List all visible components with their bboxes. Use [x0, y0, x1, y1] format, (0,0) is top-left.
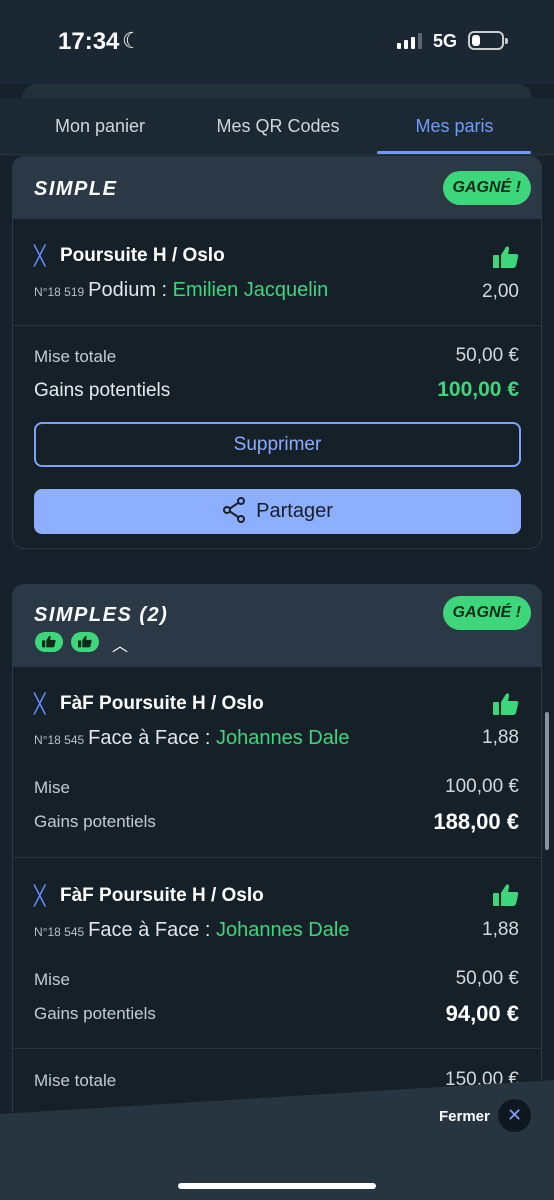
tab-mes-qr-codes[interactable]: Mes QR Codes — [178, 116, 378, 137]
scrollbar[interactable] — [545, 712, 549, 850]
bet-number: N°18 519 — [34, 285, 85, 299]
close-label[interactable]: Fermer — [439, 1108, 490, 1125]
selection-line: N°18 519 Podium : Emilien Jacquelin — [34, 279, 328, 302]
battery-icon — [468, 31, 508, 50]
close-icon: ✕ — [506, 1105, 523, 1125]
chevron-up-icon[interactable]: ︿ — [112, 632, 128, 656]
won-selection-icon — [35, 632, 63, 652]
sport-icon: ╳ — [34, 246, 46, 267]
stake-label: Mise — [34, 778, 70, 797]
stake-label: Mise totale — [34, 347, 117, 366]
stake-value: 50,00 € — [455, 968, 519, 989]
network-label: 5G — [433, 31, 458, 51]
bet-type-title: SIMPLE — [34, 178, 118, 200]
stake-value: 100,00 € — [445, 776, 519, 797]
divider — [13, 1048, 541, 1049]
tab-divider — [0, 154, 554, 155]
thumb-up-icon — [493, 246, 519, 268]
stake-value: 50,00 € — [455, 345, 519, 366]
home-indicator — [178, 1183, 376, 1189]
bet-type-title: SIMPLES (2) — [34, 604, 168, 627]
status-badge: GAGNÉ ! — [442, 596, 531, 630]
selection-pick: Emilien Jacquelin — [172, 279, 329, 301]
selection-pick: Johannes Dale — [216, 919, 350, 941]
odds-value: 1,88 — [482, 919, 519, 940]
bet-card-simple: SIMPLE GAGNÉ ! ╳ Poursuite H / Oslo N°18… — [12, 156, 542, 549]
sport-icon: ╳ — [34, 694, 46, 715]
bet-number: N°18 545 — [34, 925, 85, 939]
gain-value: 94,00 € — [445, 1001, 519, 1026]
event-name: FàF Poursuite H / Oslo — [60, 885, 264, 906]
bet-count: (2) — [139, 604, 169, 626]
odds-value: 1,88 — [482, 727, 519, 748]
gain-value: 188,00 € — [433, 809, 519, 834]
selection-pick: Johannes Dale — [216, 727, 350, 749]
divider — [13, 857, 541, 858]
moon-icon: ☾ — [122, 28, 142, 53]
signal-icon — [397, 33, 422, 49]
thumb-up-icon — [493, 884, 519, 906]
bet-type-label: SIMPLES — [34, 604, 133, 626]
won-selection-icon — [71, 632, 99, 652]
divider — [13, 325, 541, 326]
gain-label: Gains potentiels — [34, 380, 171, 401]
bet-card-header: SIMPLES (2) GAGNÉ ! — [13, 585, 541, 667]
close-button[interactable]: ✕ — [498, 1099, 531, 1132]
gain-label: Gains potentiels — [34, 1004, 156, 1023]
event-name: FàF Poursuite H / Oslo — [60, 693, 264, 714]
share-label: Partager — [256, 500, 333, 522]
tab-mon-panier[interactable]: Mon panier — [0, 116, 200, 137]
stake-label: Mise — [34, 970, 70, 989]
status-time: 17:34 — [58, 28, 120, 55]
market-label: Podium : — [88, 279, 173, 301]
share-icon — [223, 496, 246, 523]
tab-bar: Mon panier Mes QR Codes Mes paris — [0, 98, 554, 156]
bet-card-header: SIMPLE GAGNÉ ! — [13, 157, 541, 219]
selection-line: N°18 545 Face à Face : Johannes Dale — [34, 919, 349, 942]
market-label: Face à Face : — [88, 727, 217, 749]
gain-value: 100,00 € — [437, 378, 519, 401]
bottom-sheet — [0, 1080, 554, 1200]
status-badge: GAGNÉ ! — [442, 171, 531, 205]
bet-card-simples: SIMPLES (2) GAGNÉ ! ╳ FàF Poursuite H / … — [12, 584, 542, 1144]
odds-value: 2,00 — [482, 281, 519, 302]
delete-button[interactable]: Supprimer — [34, 422, 521, 467]
selection-line: N°18 545 Face à Face : Johannes Dale — [34, 727, 349, 750]
bet-number: N°18 545 — [34, 733, 85, 747]
gain-label: Gains potentiels — [34, 812, 156, 831]
tab-mes-paris[interactable]: Mes paris — [378, 116, 531, 137]
event-name: Poursuite H / Oslo — [60, 245, 225, 266]
market-label: Face à Face : — [88, 919, 217, 941]
thumb-up-icon — [493, 693, 519, 715]
status-bar: 17:34 ☾ 5G — [0, 0, 554, 84]
sport-icon: ╳ — [34, 886, 46, 907]
share-button[interactable]: Partager — [34, 489, 521, 534]
